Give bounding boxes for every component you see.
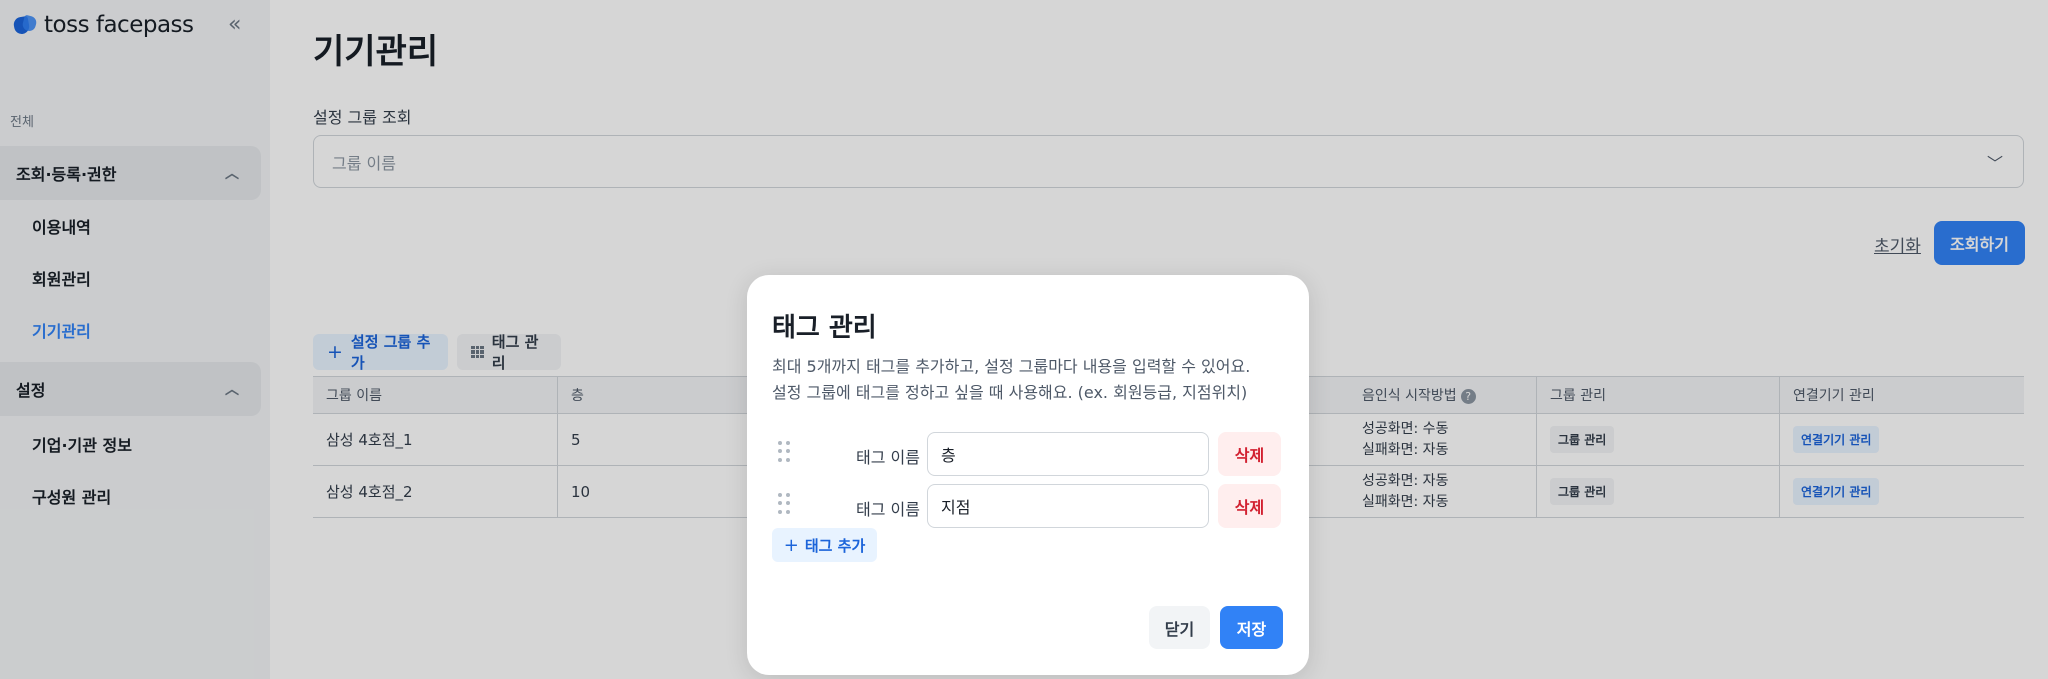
delete-tag-button[interactable]: 삭제: [1218, 484, 1281, 528]
tag-manage-modal: 태그 관리 최대 5개까지 태그를 추가하고, 설정 그룹마다 내용을 입력할 …: [747, 275, 1309, 675]
close-button[interactable]: 닫기: [1149, 606, 1210, 649]
modal-description: 최대 5개까지 태그를 추가하고, 설정 그룹마다 내용을 입력할 수 있어요.…: [772, 354, 1250, 406]
modal-desc-line: 설정 그룹에 태그를 정하고 싶을 때 사용해요. (ex. 회원등급, 지점위…: [772, 383, 1248, 402]
drag-handle-icon[interactable]: [778, 493, 790, 515]
tag-row: 태그 이름 삭제: [772, 432, 1284, 476]
tag-label: 태그 이름: [856, 500, 920, 519]
modal-desc-line: 최대 5개까지 태그를 추가하고, 설정 그룹마다 내용을 입력할 수 있어요.: [772, 357, 1251, 376]
add-tag-button[interactable]: + 태그 추가: [772, 528, 877, 562]
add-tag-label: 태그 추가: [804, 536, 866, 555]
delete-tag-button[interactable]: 삭제: [1218, 432, 1281, 476]
tag-name-input[interactable]: [927, 432, 1209, 476]
tag-name-input[interactable]: [927, 484, 1209, 528]
tag-row: 태그 이름 삭제: [772, 484, 1284, 528]
save-button[interactable]: 저장: [1220, 606, 1283, 649]
plus-icon: +: [783, 534, 799, 556]
tag-label: 태그 이름: [856, 448, 920, 467]
modal-title: 태그 관리: [772, 313, 877, 343]
drag-handle-icon[interactable]: [778, 441, 790, 463]
